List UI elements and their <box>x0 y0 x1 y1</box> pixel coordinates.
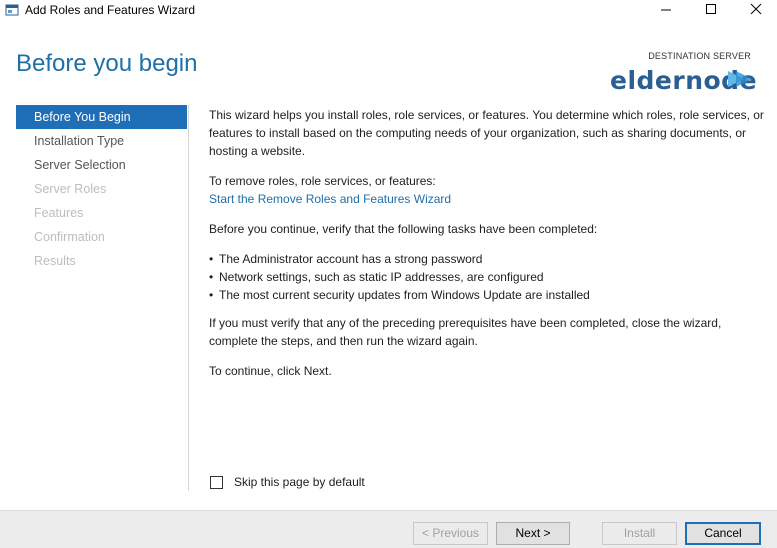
title-bar: Add Roles and Features Wizard <box>0 0 777 22</box>
eldernode-logo: eldernode <box>610 66 760 95</box>
previous-button: < Previous <box>413 522 488 545</box>
server-manager-icon <box>5 4 19 16</box>
skip-page-label[interactable]: Skip this page by default <box>234 475 365 489</box>
list-item: The most current security updates from W… <box>209 286 765 304</box>
nav-item-confirmation: Confirmation <box>34 230 105 244</box>
main-content: This wizard helps you install roles, rol… <box>209 106 765 392</box>
list-item: Network settings, such as static IP addr… <box>209 268 765 286</box>
nav-item-installation-type[interactable]: Installation Type <box>16 129 187 153</box>
destination-server-label: DESTINATION SERVER <box>648 51 751 61</box>
nav-item-features: Features <box>34 206 84 220</box>
wizard-steps-nav: Before You Begin Installation Type Serve… <box>16 105 187 273</box>
skip-page-checkbox[interactable] <box>210 476 223 489</box>
install-button: Install <box>602 522 677 545</box>
remove-heading: To remove roles, role services, or featu… <box>209 174 436 188</box>
close-icon[interactable] <box>738 0 774 22</box>
nav-item-results: Results <box>34 254 76 268</box>
next-button[interactable]: Next > <box>496 522 570 545</box>
wizard-footer: < Previous Next > Install Cancel <box>0 510 777 548</box>
verify-heading: Before you continue, verify that the fol… <box>209 222 598 236</box>
continue-note: To continue, click Next. <box>209 364 332 378</box>
nav-item-server-selection[interactable]: Server Selection <box>16 153 187 177</box>
list-item: The Administrator account has a strong p… <box>209 250 765 268</box>
nav-item-server-roles: Server Roles <box>34 182 107 196</box>
minimize-icon[interactable] <box>648 0 684 22</box>
prereq-note: If you must verify that any of the prece… <box>209 316 722 348</box>
intro-text: This wizard helps you install roles, rol… <box>209 108 764 158</box>
remove-wizard-link[interactable]: Start the Remove Roles and Features Wiza… <box>209 190 765 208</box>
nav-divider <box>188 105 189 491</box>
logo-arrow-icon <box>728 71 752 87</box>
nav-item-before-you-begin[interactable]: Before You Begin <box>16 105 187 129</box>
page-title: Before you begin <box>16 50 198 77</box>
maximize-icon[interactable] <box>693 0 729 22</box>
prerequisites-list: The Administrator account has a strong p… <box>209 250 765 304</box>
window-title: Add Roles and Features Wizard <box>25 3 196 17</box>
cancel-button[interactable]: Cancel <box>685 522 761 545</box>
